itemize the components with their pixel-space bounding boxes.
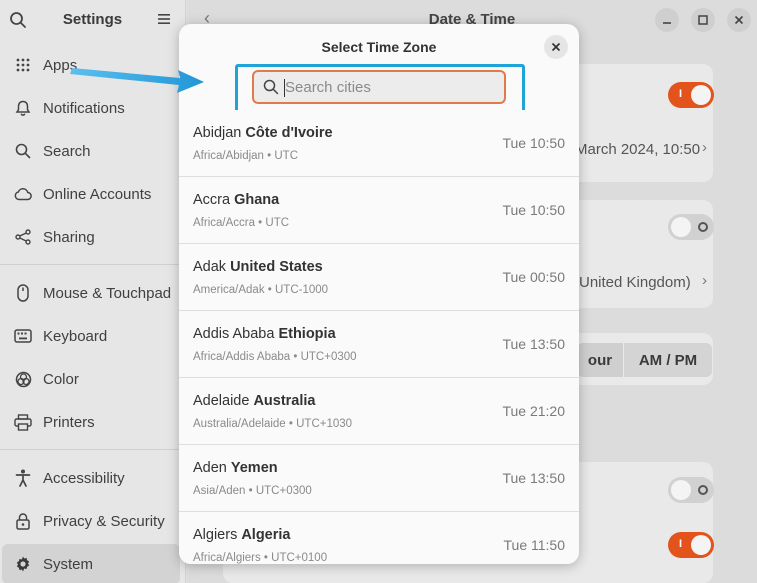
sidebar-item-privacy-security[interactable]: Privacy & Security: [0, 501, 182, 541]
select-timezone-dialog: Select Time Zone AbidjanCôte d'Ivoire Af…: [179, 24, 579, 564]
city-name: Adelaide: [193, 393, 250, 409]
list-item[interactable]: Accra Ghana Africa/Accra • UTC Tue 10:50: [179, 177, 579, 244]
local-time: Tue 11:50: [503, 537, 566, 553]
keyboard-icon: [14, 327, 32, 345]
mouse-icon: [14, 284, 32, 302]
auto-date-time-toggle[interactable]: I: [668, 82, 714, 108]
sidebar-item-online-accounts[interactable]: Online Accounts: [0, 174, 182, 214]
local-time: Tue 10:50: [502, 202, 565, 218]
auto-timezone-toggle[interactable]: [668, 214, 714, 240]
zone-info: Australia/Adelaide • UTC+1030: [193, 418, 353, 430]
sidebar-item-keyboard[interactable]: Keyboard: [0, 316, 182, 356]
sidebar-header: Settings: [0, 0, 185, 40]
sidebar-item-label: Accessibility: [43, 469, 125, 487]
local-time: Tue 13:50: [502, 470, 565, 486]
dialog-close-button[interactable]: [544, 35, 568, 59]
dialog-title: Select Time Zone: [321, 39, 437, 55]
sidebar-item-notifications[interactable]: Notifications: [0, 88, 182, 128]
sidebar-item-color[interactable]: Color: [0, 359, 182, 399]
date-time-value: March 2024, 10:50: [575, 141, 701, 158]
sidebar-item-sharing[interactable]: Sharing: [0, 217, 182, 257]
country-name: Australia: [253, 393, 316, 409]
sidebar-item-system[interactable]: System: [2, 544, 180, 583]
accessibility-icon: [14, 469, 32, 487]
format-am-pm-option[interactable]: AM / PM: [624, 343, 712, 377]
zone-info: Africa/Algiers • UTC+0100: [193, 552, 328, 564]
zone-info: America/Adak • UTC-1000: [193, 284, 329, 296]
city-name: Addis Ababa: [193, 326, 275, 342]
sidebar-divider: [0, 449, 186, 450]
local-time: Tue 10:50: [502, 135, 565, 151]
list-item[interactable]: Aden Yemen Asia/Aden • UTC+0300 Tue 13:50: [179, 445, 579, 512]
country-name: Yemen: [230, 460, 278, 476]
minimize-button[interactable]: [655, 8, 679, 32]
date-toggle[interactable]: I: [668, 532, 714, 558]
timezone-value: United Kingdom): [579, 274, 691, 291]
search-cities-field[interactable]: [252, 70, 506, 104]
sidebar-item-label: Color: [43, 370, 79, 388]
sidebar: Settings Apps Notifications Search Onlin…: [0, 0, 186, 583]
sidebar-item-search[interactable]: Search: [0, 131, 182, 171]
country-name: United States: [230, 259, 323, 275]
lock-icon: [14, 512, 32, 530]
local-time: Tue 00:50: [502, 269, 565, 285]
list-item[interactable]: Addis Ababa Ethiopia Africa/Addis Ababa •…: [179, 311, 579, 378]
zone-info: Africa/Addis Ababa • UTC+0300: [193, 351, 357, 363]
apps-grid-icon: [14, 56, 32, 74]
country-name: Ghana: [234, 192, 280, 208]
chevron-right-icon: ›: [702, 272, 707, 289]
sidebar-item-apps[interactable]: Apps: [0, 45, 182, 85]
sidebar-item-mouse-touchpad[interactable]: Mouse & Touchpad: [0, 273, 182, 313]
sidebar-item-label: Notifications: [43, 99, 125, 117]
sidebar-item-label: Online Accounts: [43, 185, 152, 203]
city-name: Algiers: [193, 527, 238, 543]
zone-info: Africa/Accra • UTC: [193, 217, 290, 229]
maximize-button[interactable]: [691, 8, 715, 32]
chevron-right-icon: ›: [702, 139, 707, 156]
sidebar-item-printers[interactable]: Printers: [0, 402, 182, 442]
search-icon: [14, 142, 32, 160]
weekday-toggle[interactable]: [668, 477, 714, 503]
search-icon: [263, 79, 279, 95]
list-item[interactable]: Adak United States America/Adak • UTC-100…: [179, 244, 579, 311]
hamburger-menu-icon[interactable]: [157, 12, 171, 26]
close-window-button[interactable]: [727, 8, 751, 32]
sidebar-item-label: System: [43, 555, 94, 573]
list-item[interactable]: Algiers Algeria Africa/Algiers • UTC+0100…: [179, 512, 579, 564]
bell-icon: [14, 99, 32, 117]
zone-info: Africa/Abidjan • UTC: [193, 150, 299, 162]
search-input[interactable]: [285, 78, 485, 96]
sidebar-item-label: Apps: [43, 56, 78, 74]
sidebar-divider: [0, 264, 186, 265]
sidebar-item-label: Mouse & Touchpad: [43, 284, 172, 302]
close-icon: [551, 42, 561, 52]
country-name: Algeria: [241, 527, 291, 543]
share-icon: [14, 228, 32, 246]
timezone-list[interactable]: Abidjan Côte d'Ivoire Africa/Abidjan • UT…: [179, 110, 579, 564]
gear-icon: [14, 555, 32, 573]
sidebar-item-label: Privacy & Security: [43, 512, 165, 530]
city-name: Accra: [193, 192, 231, 208]
sidebar-item-label: Printers: [43, 413, 95, 431]
sidebar-item-label: Keyboard: [43, 327, 108, 345]
local-time: Tue 21:20: [502, 403, 565, 419]
printer-icon: [14, 413, 32, 431]
color-icon: [14, 370, 32, 388]
city-name: Abidjan: [193, 125, 242, 141]
zone-info: Asia/Aden • UTC+0300: [193, 485, 312, 497]
sidebar-item-accessibility[interactable]: Accessibility: [0, 458, 182, 498]
sidebar-item-label: Sharing: [43, 228, 95, 246]
text-caret: [284, 79, 285, 97]
city-name: Aden: [193, 460, 227, 476]
country-name: Ethiopia: [278, 326, 336, 342]
local-time: Tue 13:50: [502, 336, 565, 352]
cloud-icon: [14, 185, 32, 203]
sidebar-item-label: Search: [43, 142, 91, 160]
city-name: Adak: [193, 259, 227, 275]
list-item[interactable]: Abidjan Côte d'Ivoire Africa/Abidjan • UT…: [179, 110, 579, 177]
format-24-hour-option[interactable]: our: [577, 343, 623, 377]
country-name: Côte d'Ivoire: [245, 125, 333, 141]
list-item[interactable]: Adelaide Australia Australia/Adelaide • U…: [179, 378, 579, 445]
